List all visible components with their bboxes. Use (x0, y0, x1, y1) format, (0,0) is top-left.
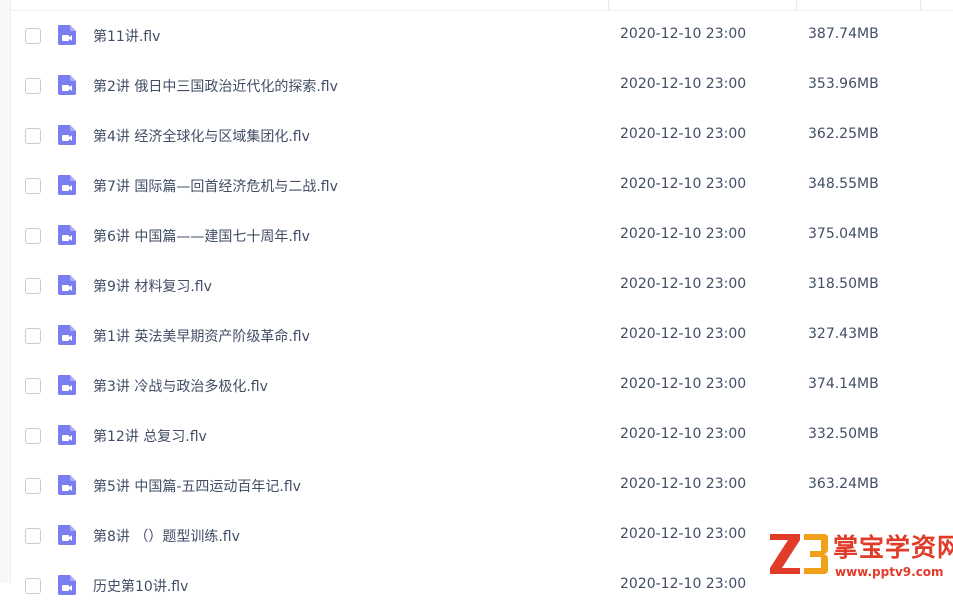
watermark-logo-icon (770, 534, 828, 574)
file-modified-date: 2020-12-10 23:00 (620, 176, 747, 192)
video-file-icon (56, 24, 78, 46)
video-file-icon (56, 424, 78, 446)
file-modified-date: 2020-12-10 23:00 (620, 476, 747, 492)
file-name[interactable]: 第6讲 中国篇——建国七十周年.flv (93, 226, 310, 246)
file-checkbox[interactable] (25, 328, 41, 344)
file-modified-date: 2020-12-10 23:00 (620, 76, 747, 92)
header-column-divider (920, 0, 921, 10)
file-row[interactable]: 第11讲.flv 2020-12-10 23:00 387.74MB (10, 11, 953, 61)
file-name[interactable]: 历史第10讲.flv (93, 576, 188, 596)
header-column-divider (608, 0, 609, 10)
video-file-icon (56, 374, 78, 396)
file-row[interactable]: 第1讲 英法美早期资产阶级革命.flv 2020-12-10 23:00 327.4… (10, 311, 953, 361)
file-size: 374.14MB (808, 376, 879, 392)
file-row[interactable]: 第6讲 中国篇——建国七十周年.flv 2020-12-10 23:00 375.0… (10, 211, 953, 261)
file-name[interactable]: 第8讲 （）题型训练.flv (93, 526, 240, 546)
file-name[interactable]: 第12讲 总复习.flv (93, 426, 207, 446)
file-size: 375.04MB (808, 226, 879, 242)
video-file-icon (56, 124, 78, 146)
file-name[interactable]: 第7讲 国际篇—回首经济危机与二战.flv (93, 176, 338, 196)
watermark: 掌宝学资网 www.pptv9.com (766, 524, 953, 583)
video-file-icon (56, 224, 78, 246)
file-size: 387.74MB (808, 26, 879, 42)
video-file-icon (56, 174, 78, 196)
video-file-icon (56, 524, 78, 546)
file-modified-date: 2020-12-10 23:00 (620, 326, 747, 342)
file-modified-date: 2020-12-10 23:00 (620, 526, 747, 542)
file-checkbox[interactable] (25, 78, 41, 94)
file-name[interactable]: 第9讲 材料复习.flv (93, 276, 212, 296)
file-checkbox[interactable] (25, 278, 41, 294)
file-row[interactable]: 第4讲 经济全球化与区域集团化.flv 2020-12-10 23:00 362.2… (10, 111, 953, 161)
video-file-icon (56, 274, 78, 296)
file-name[interactable]: 第5讲 中国篇-五四运动百年记.flv (93, 476, 301, 496)
file-list: 第11讲.flv 2020-12-10 23:00 387.74MB 第2讲 俄日中三… (10, 11, 953, 611)
file-size: 348.55MB (808, 176, 879, 192)
file-row[interactable]: 第9讲 材料复习.flv 2020-12-10 23:00 318.50MB (10, 261, 953, 311)
file-checkbox[interactable] (25, 528, 41, 544)
file-name[interactable]: 第2讲 俄日中三国政治近代化的探索.flv (93, 76, 338, 96)
file-row[interactable]: 第2讲 俄日中三国政治近代化的探索.flv 2020-12-10 23:00 353… (10, 61, 953, 111)
file-size: 327.43MB (808, 326, 879, 342)
file-row[interactable]: 第5讲 中国篇-五四运动百年记.flv 2020-12-10 23:00 363.2… (10, 461, 953, 511)
file-checkbox[interactable] (25, 578, 41, 594)
file-size: 332.50MB (808, 426, 879, 442)
video-file-icon (56, 74, 78, 96)
file-modified-date: 2020-12-10 23:00 (620, 376, 747, 392)
video-file-icon (56, 574, 78, 596)
file-name[interactable]: 第1讲 英法美早期资产阶级革命.flv (93, 326, 310, 346)
file-checkbox[interactable] (25, 28, 41, 44)
file-modified-date: 2020-12-10 23:00 (620, 226, 747, 242)
file-modified-date: 2020-12-10 23:00 (620, 576, 747, 592)
file-checkbox[interactable] (25, 228, 41, 244)
file-modified-date: 2020-12-10 23:00 (620, 276, 747, 292)
header-column-divider (796, 0, 797, 10)
file-row[interactable]: 第3讲 冷战与政治多极化.flv 2020-12-10 23:00 374.14MB (10, 361, 953, 411)
file-name[interactable]: 第11讲.flv (93, 26, 160, 46)
file-name[interactable]: 第4讲 经济全球化与区域集团化.flv (93, 126, 310, 146)
watermark-title: 掌宝学资网 (833, 533, 953, 562)
file-size: 363.24MB (808, 476, 879, 492)
video-file-icon (56, 324, 78, 346)
file-row[interactable]: 第12讲 总复习.flv 2020-12-10 23:00 332.50MB (10, 411, 953, 461)
file-checkbox[interactable] (25, 178, 41, 194)
video-file-icon (56, 474, 78, 496)
file-checkbox[interactable] (25, 428, 41, 444)
file-modified-date: 2020-12-10 23:00 (620, 126, 747, 142)
file-checkbox[interactable] (25, 478, 41, 494)
file-modified-date: 2020-12-10 23:00 (620, 26, 747, 42)
file-size: 353.96MB (808, 76, 879, 92)
file-checkbox[interactable] (25, 378, 41, 394)
file-size: 318.50MB (808, 276, 879, 292)
file-row[interactable]: 第7讲 国际篇—回首经济危机与二战.flv 2020-12-10 23:00 348… (10, 161, 953, 211)
file-size: 362.25MB (808, 126, 879, 142)
watermark-url: www.pptv9.com (835, 565, 944, 579)
file-modified-date: 2020-12-10 23:00 (620, 426, 747, 442)
file-name[interactable]: 第3讲 冷战与政治多极化.flv (93, 376, 268, 396)
file-checkbox[interactable] (25, 128, 41, 144)
